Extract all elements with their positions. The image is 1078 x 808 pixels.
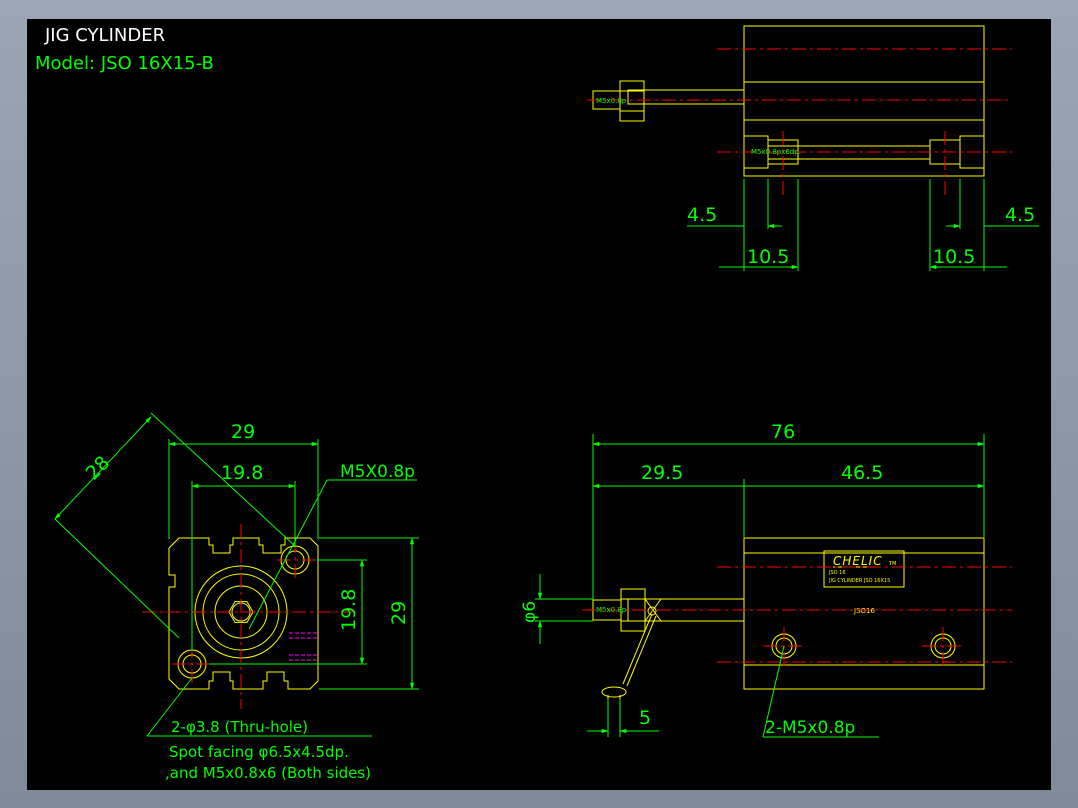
side-dim-total: 76	[771, 421, 795, 443]
side-dim-nut: 5	[639, 707, 651, 729]
end-dim-width: 29	[231, 421, 255, 443]
end-dim-diagonal: 28	[82, 452, 115, 485]
end-note-spot: Spot facing φ6.5x4.5dp.	[169, 743, 349, 761]
top-dim-right-spacing: 10.5	[933, 246, 975, 268]
side-callout-ports: 2-M5x0.8p	[765, 718, 855, 738]
body-marking: JSO16	[853, 607, 875, 615]
top-dim-left-offset: 4.5	[687, 204, 717, 226]
brand-text: CHELIC	[833, 554, 883, 568]
top-dim-right-offset: 4.5	[1005, 204, 1035, 226]
top-dim-left-spacing: 10.5	[747, 246, 789, 268]
end-dim-height: 29	[388, 601, 410, 625]
side-dim-rod-dia: φ6	[520, 601, 540, 623]
side-dim-body: 46.5	[841, 462, 883, 484]
top-port-label-rod: M5x0.8p	[596, 97, 627, 105]
side-port-label: M5x0.8p	[596, 606, 627, 614]
end-body-outline	[168, 537, 319, 690]
end-note-hole: 2-φ3.8 (Thru-hole)	[171, 718, 308, 736]
side-view: CHELIC TM JSO 16 JIG CYLINDER JSO 16X15 …	[520, 421, 1012, 738]
end-dim-inner-height: 19.8	[338, 589, 360, 631]
end-callout-thread: M5X0.8p	[340, 462, 415, 482]
top-view: M5x0.8p M5x0.8px6dp. 4.5 4.5 10.5 10.5	[587, 25, 1039, 271]
top-port-label-mount: M5x0.8px6dp.	[751, 148, 801, 156]
brand-sup: TM	[888, 561, 896, 567]
cad-drawing-canvas: JIG CYLINDER Model: JSO 16X15-B M5x0.8p …	[27, 19, 1051, 790]
end-dim-inner-width: 19.8	[221, 462, 263, 484]
end-view: 28 29 19.8 19.8 29 M5X0.8p 2-φ3.8 (Thru-…	[54, 412, 419, 782]
end-note-sides: ,and M5x0.8x6 (Both sides)	[165, 764, 371, 782]
plate-line-1: JSO 16	[828, 570, 846, 576]
plate-line-2: JIG CYLINDER JSO 16X15	[828, 578, 890, 584]
side-dim-rod: 29.5	[641, 462, 683, 484]
